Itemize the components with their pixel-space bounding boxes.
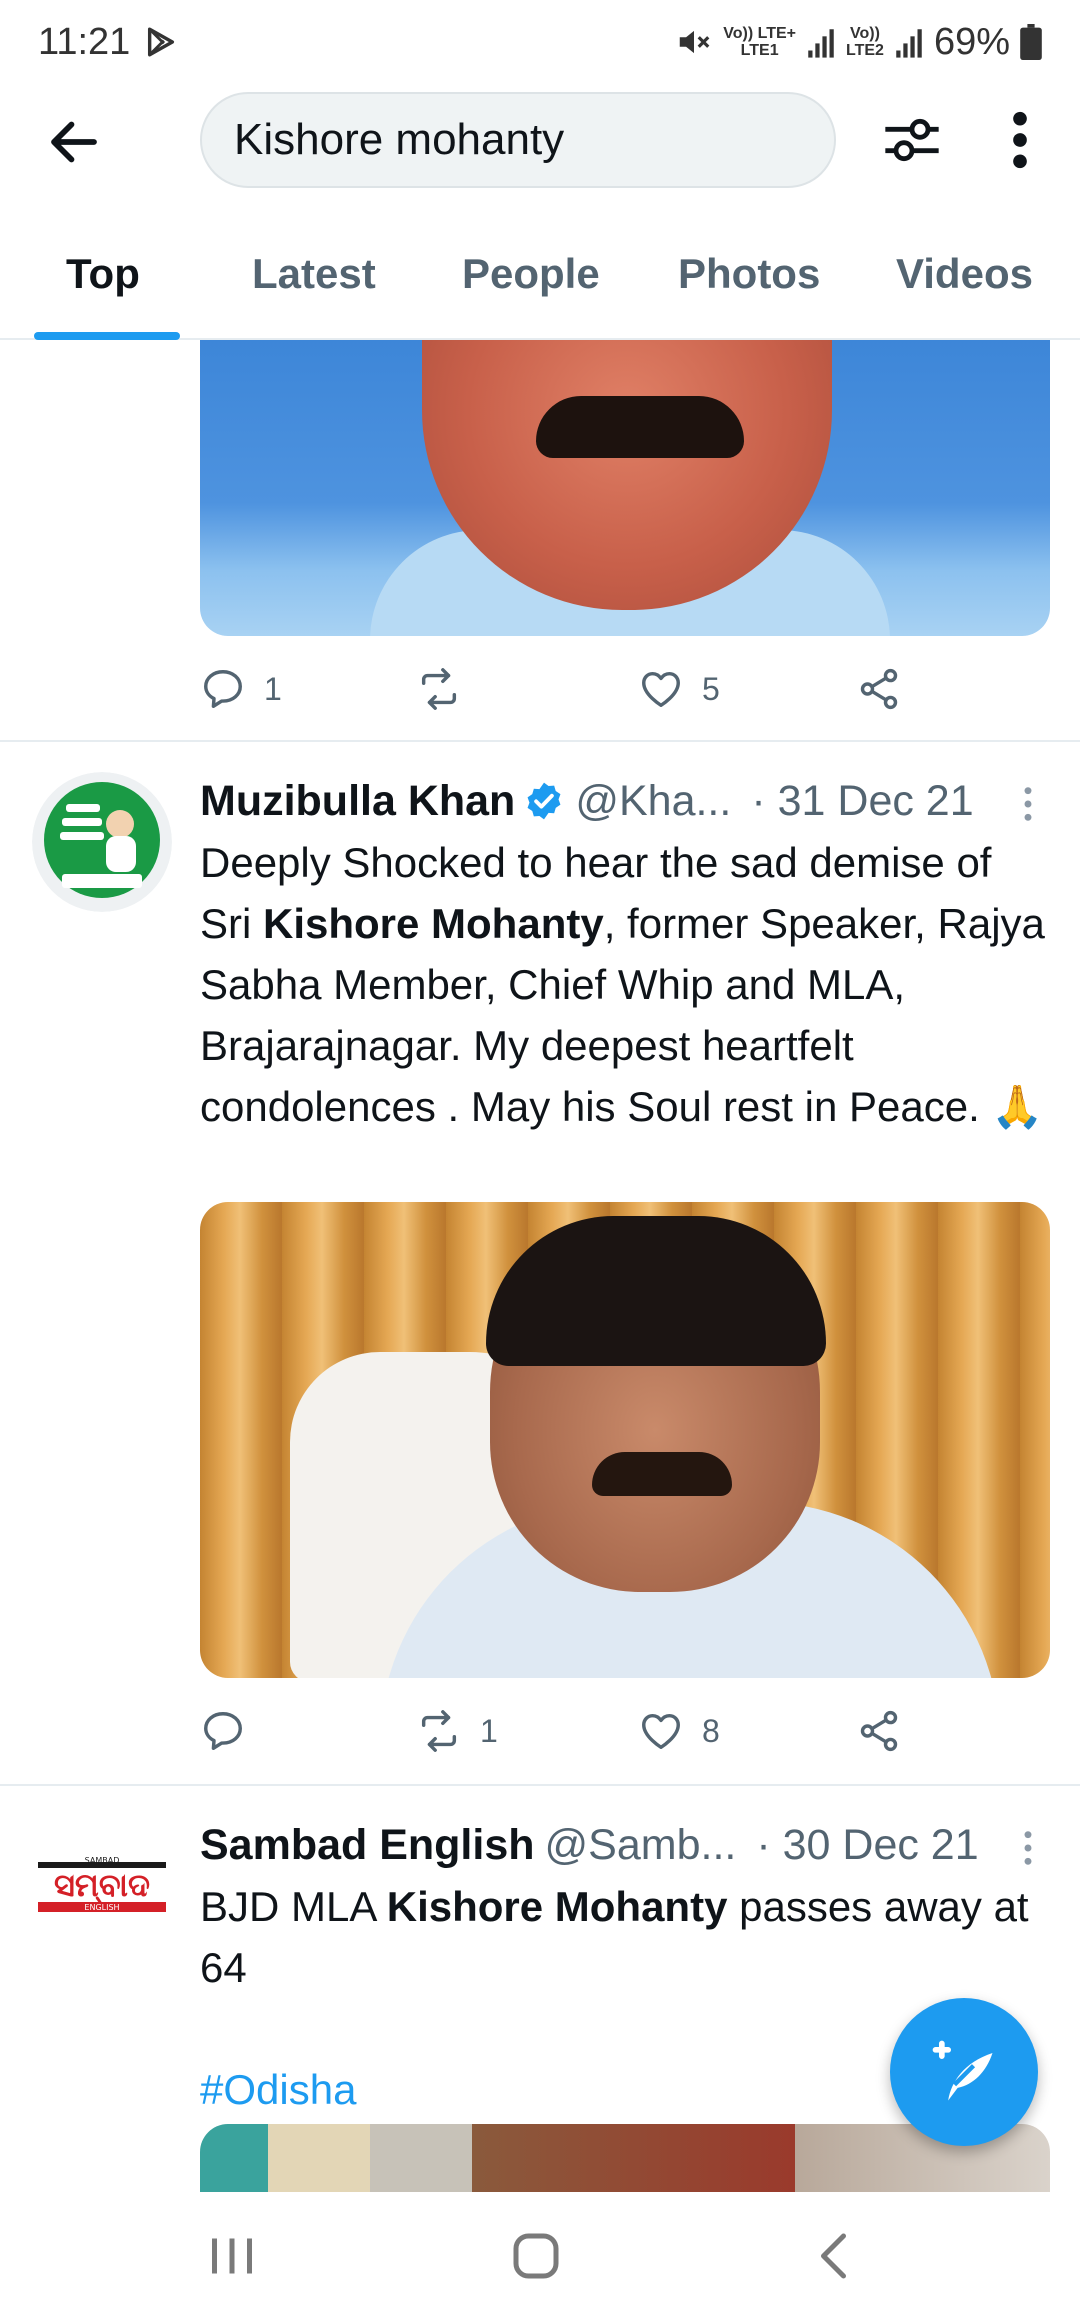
signal-bars-icon [808, 29, 834, 58]
tweet-header: Sambad English @Samb... · 30 Dec 21 [200, 1814, 1050, 1876]
status-indicators: Vo)) LTE+ LTE1 Vo)) LTE2 69% [675, 21, 1042, 64]
search-tabs: Top Latest People Photos Videos [0, 220, 1080, 340]
heart-icon [642, 671, 680, 708]
tab-people[interactable]: People [462, 250, 600, 298]
reply-button[interactable] [200, 1708, 264, 1754]
compose-tweet-button[interactable] [890, 1998, 1038, 2146]
reply-button[interactable]: 1 [200, 666, 282, 712]
tweet-divider [0, 740, 1080, 742]
like-count: 5 [702, 670, 720, 707]
reply-count: 1 [264, 670, 282, 707]
portrait-image [200, 340, 1050, 636]
search-header: Kishore mohanty [0, 84, 1080, 200]
share-icon [860, 1710, 898, 1752]
network-sim2: Vo)) LTE2 [846, 25, 884, 59]
verified-badge-icon [527, 782, 561, 820]
recent-apps-icon[interactable] [202, 2226, 262, 2286]
reply-icon [204, 1712, 242, 1750]
share-icon [860, 668, 898, 710]
tweet-date[interactable]: · 31 Dec 21 [751, 777, 973, 826]
avatar[interactable] [32, 772, 172, 912]
avatar-logo-image [32, 772, 172, 912]
system-navigation-bar [0, 2192, 1080, 2316]
tweet-header: Muzibulla Khan @Kha... · 31 Dec 21 [200, 770, 1050, 832]
like-count: 8 [702, 1712, 720, 1749]
author-name[interactable]: Sambad English [200, 1821, 535, 1870]
svg-text:SAMBAD: SAMBAD [85, 1856, 120, 1865]
like-button[interactable]: 5 [638, 666, 720, 712]
tweet-date[interactable]: · 30 Dec 21 [756, 1821, 978, 1870]
reply-icon [204, 670, 242, 708]
like-button[interactable]: 8 [638, 1708, 720, 1754]
more-vertical-icon[interactable] [1016, 1828, 1040, 1868]
retweet-button[interactable] [416, 666, 480, 712]
sambad-logo-image: SAMBAD ସମ୍ବାଦ ENGLISH [38, 1856, 166, 1912]
battery-percent: 69% [933, 20, 1010, 63]
tweet-actions: 1 8 [200, 1708, 900, 1772]
search-input[interactable]: Kishore mohanty [200, 92, 836, 188]
retweet-icon [421, 1710, 457, 1752]
tab-videos[interactable]: Videos [896, 250, 1033, 298]
tweet-text: Deeply Shocked to hear the sad demise of… [200, 839, 1045, 1130]
more-vertical-icon[interactable] [1016, 784, 1040, 824]
home-icon[interactable] [506, 2226, 566, 2286]
tweet-photo[interactable] [200, 2124, 1050, 2192]
tweet-photo[interactable] [200, 340, 1050, 636]
tab-top[interactable]: Top [66, 250, 140, 298]
more-vertical-icon[interactable] [1000, 108, 1040, 172]
author-handle[interactable]: @Kha... [575, 777, 731, 826]
tweet-text: BJD MLA Kishore Mohanty passes away at 6… [200, 1883, 1029, 1991]
svg-text:ENGLISH: ENGLISH [84, 1903, 119, 1912]
tweet-photo[interactable] [200, 1202, 1050, 1678]
retweet-icon [421, 668, 457, 710]
status-bar: 11:21 Vo)) LTE+ LTE1 Vo)) LTE2 69% [0, 0, 1080, 84]
tab-photos[interactable]: Photos [678, 250, 820, 298]
mute-icon [680, 30, 710, 54]
search-results-feed[interactable]: 1 5 Muzibulla Khan @Kha... · 31 Dec 21 D… [0, 340, 1080, 2192]
share-button[interactable] [856, 1708, 902, 1754]
retweet-count: 1 [480, 1712, 498, 1749]
network-sim1: Vo)) LTE+ LTE1 [723, 25, 796, 59]
avatar[interactable]: SAMBAD ସମ୍ବାଦ ENGLISH [32, 1816, 172, 1956]
retweet-button[interactable]: 1 [416, 1708, 498, 1754]
signal-bars-icon [896, 29, 922, 58]
svg-text:ସମ୍ବାଦ: ସମ୍ବାଦ [54, 1866, 150, 1906]
author-handle[interactable]: @Samb... [545, 1821, 737, 1870]
author-name[interactable]: Muzibulla Khan [200, 777, 515, 826]
status-time: 11:21 [38, 20, 131, 63]
heart-icon [642, 1713, 680, 1750]
active-tab-indicator [34, 332, 180, 340]
compose-feather-icon [932, 2040, 993, 2101]
arrow-left-icon[interactable] [44, 112, 104, 172]
tweet-actions: 1 5 [200, 666, 900, 730]
search-query-text: Kishore mohanty [234, 115, 565, 164]
tweet-divider [0, 1784, 1080, 1786]
tweet-content: Muzibulla Khan @Kha... · 31 Dec 21 Deepl… [200, 770, 1050, 1137]
battery-icon [1020, 24, 1042, 60]
share-button[interactable] [856, 666, 902, 712]
tab-latest[interactable]: Latest [252, 250, 376, 298]
back-icon[interactable] [806, 2226, 866, 2286]
play-store-icon [148, 27, 175, 57]
sliders-icon[interactable] [880, 108, 944, 172]
